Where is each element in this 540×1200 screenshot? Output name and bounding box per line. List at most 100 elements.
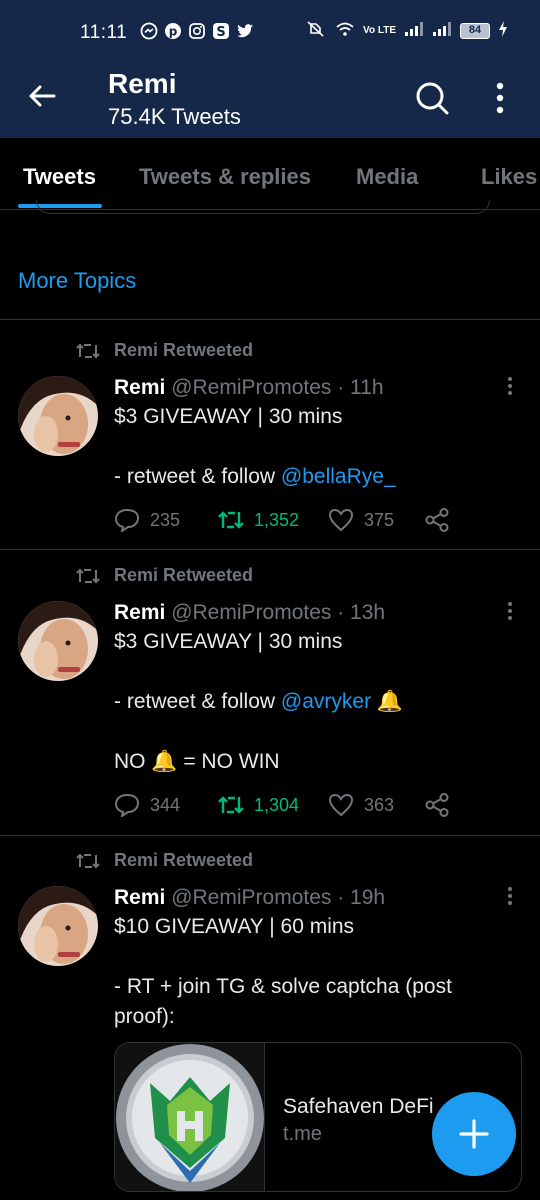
retweet-context: Remi Retweeted	[76, 340, 253, 361]
battery-indicator: 84	[460, 22, 490, 39]
status-time: 11:11	[80, 22, 128, 43]
top-bar: 11:11 p S Vo LTE 84 Remi 75.4K Tweets	[0, 0, 540, 138]
share-button[interactable]	[424, 793, 450, 817]
tweet-text-line: - retweet & follow @bellaRye_	[114, 462, 396, 492]
retweet-button[interactable]: 1,352	[218, 509, 328, 531]
divider	[0, 835, 540, 836]
retweet-context: Remi Retweeted	[76, 565, 253, 586]
mute-icon	[305, 20, 327, 41]
reply-count: 235	[150, 509, 181, 530]
tweet-text-line: - retweet & follow @avryker 🔔	[114, 687, 403, 717]
retweet-context-label: Remi Retweeted	[114, 565, 254, 585]
avatar-image	[18, 376, 98, 456]
card-title: Safehaven DeFi	[283, 1095, 434, 1118]
twitter-bird-icon	[236, 22, 254, 40]
tab-tweets[interactable]: Tweets	[23, 164, 96, 190]
reply-button[interactable]: 344	[114, 793, 218, 817]
tab-media[interactable]: Media	[356, 164, 418, 190]
tweet-text-line: proof):	[114, 1005, 175, 1028]
retweet-icon	[76, 343, 100, 358]
share-button[interactable]	[424, 508, 450, 532]
tab-tweets-and-replies[interactable]: Tweets & replies	[139, 164, 311, 190]
safehaven-logo-image	[116, 1044, 264, 1191]
tab-likes[interactable]: Likes	[481, 164, 537, 190]
plus-icon	[459, 1119, 489, 1149]
status-bar: 11:11 p S Vo LTE 84	[0, 0, 540, 68]
avatar[interactable]	[18, 376, 98, 456]
tweet-text-prefix: - retweet & follow	[114, 465, 281, 488]
svg-text:S: S	[216, 25, 225, 40]
avatar[interactable]	[18, 886, 98, 966]
more-vertical-icon	[508, 602, 512, 620]
mention-link[interactable]: @bellaRye_	[281, 465, 396, 488]
arrow-left-icon	[29, 85, 56, 107]
author-handle[interactable]: @RemiPromotes	[171, 886, 331, 909]
reply-icon	[114, 508, 140, 532]
retweet-context-label: Remi Retweeted	[114, 850, 254, 870]
share-icon	[425, 508, 449, 532]
more-vertical-icon	[496, 82, 504, 114]
instagram-icon	[188, 22, 206, 40]
retweet-context: Remi Retweeted	[76, 850, 253, 871]
system-indicators: Vo LTE 84	[305, 20, 508, 41]
retweet-icon	[76, 568, 100, 583]
reply-count: 344	[150, 794, 181, 815]
author-name[interactable]: Remi	[114, 601, 165, 624]
retweet-icon	[218, 796, 244, 814]
author-handle[interactable]: @RemiPromotes	[171, 601, 331, 624]
svg-text:p: p	[169, 25, 178, 39]
tweet-time: · 11h	[337, 376, 384, 399]
search-icon	[416, 82, 449, 115]
retweet-context-label: Remi Retweeted	[114, 340, 254, 360]
retweet-icon	[76, 853, 100, 868]
back-button[interactable]	[26, 80, 58, 112]
tweet-header: Remi @RemiPromotes · 13h	[114, 601, 385, 625]
tweet-header: Remi @RemiPromotes · 11h	[114, 376, 384, 400]
reply-button[interactable]: 235	[114, 508, 218, 532]
tweet-menu-button[interactable]	[500, 884, 520, 910]
wifi-icon	[335, 21, 355, 40]
more-vertical-icon	[508, 887, 512, 905]
signal-icon	[404, 21, 424, 40]
avatar-image	[18, 601, 98, 681]
tweet-menu-button[interactable]	[500, 599, 520, 625]
volte-label: Vo LTE	[363, 24, 396, 36]
tweet-time: · 13h	[337, 601, 386, 624]
card-domain: t.me	[283, 1123, 322, 1145]
like-button[interactable]: 375	[328, 508, 424, 532]
divider	[0, 319, 540, 320]
search-button[interactable]	[414, 80, 450, 116]
tweet-actions: 235 1,352 375	[114, 508, 450, 532]
charging-icon	[498, 21, 508, 40]
retweet-button[interactable]: 1,304	[218, 794, 328, 816]
overflow-menu-button[interactable]	[486, 80, 514, 116]
messenger-icon	[140, 22, 158, 40]
heart-icon	[328, 508, 354, 532]
author-name[interactable]: Remi	[114, 886, 165, 909]
tweet-text-line: $3 GIVEAWAY | 30 mins	[114, 630, 343, 653]
like-count: 363	[364, 794, 395, 815]
reply-icon	[114, 793, 140, 817]
pinterest-icon: p	[164, 22, 182, 40]
avatar-image	[18, 886, 98, 966]
retweet-count: 1,352	[254, 509, 300, 530]
divider	[0, 549, 540, 550]
tweet-count: 75.4K Tweets	[108, 104, 241, 129]
notification-icons: p S	[140, 22, 254, 40]
like-button[interactable]: 363	[328, 793, 424, 817]
tweet-time: · 19h	[337, 886, 386, 909]
signal-icon-2	[432, 21, 452, 40]
tweet-text-line: $10 GIVEAWAY | 60 mins	[114, 915, 355, 938]
retweet-count: 1,304	[254, 794, 300, 815]
retweet-icon	[218, 511, 244, 529]
mention-link[interactable]: @avryker	[281, 690, 371, 713]
author-name[interactable]: Remi	[114, 376, 165, 399]
tweet-menu-button[interactable]	[500, 374, 520, 400]
profile-header: Remi 75.4K Tweets	[0, 68, 540, 138]
tweet-text-suffix: 🔔	[371, 690, 404, 713]
more-vertical-icon	[508, 377, 512, 395]
compose-tweet-button[interactable]	[432, 1092, 516, 1176]
author-handle[interactable]: @RemiPromotes	[171, 376, 331, 399]
avatar[interactable]	[18, 601, 98, 681]
more-topics-link[interactable]: More Topics	[18, 268, 136, 294]
